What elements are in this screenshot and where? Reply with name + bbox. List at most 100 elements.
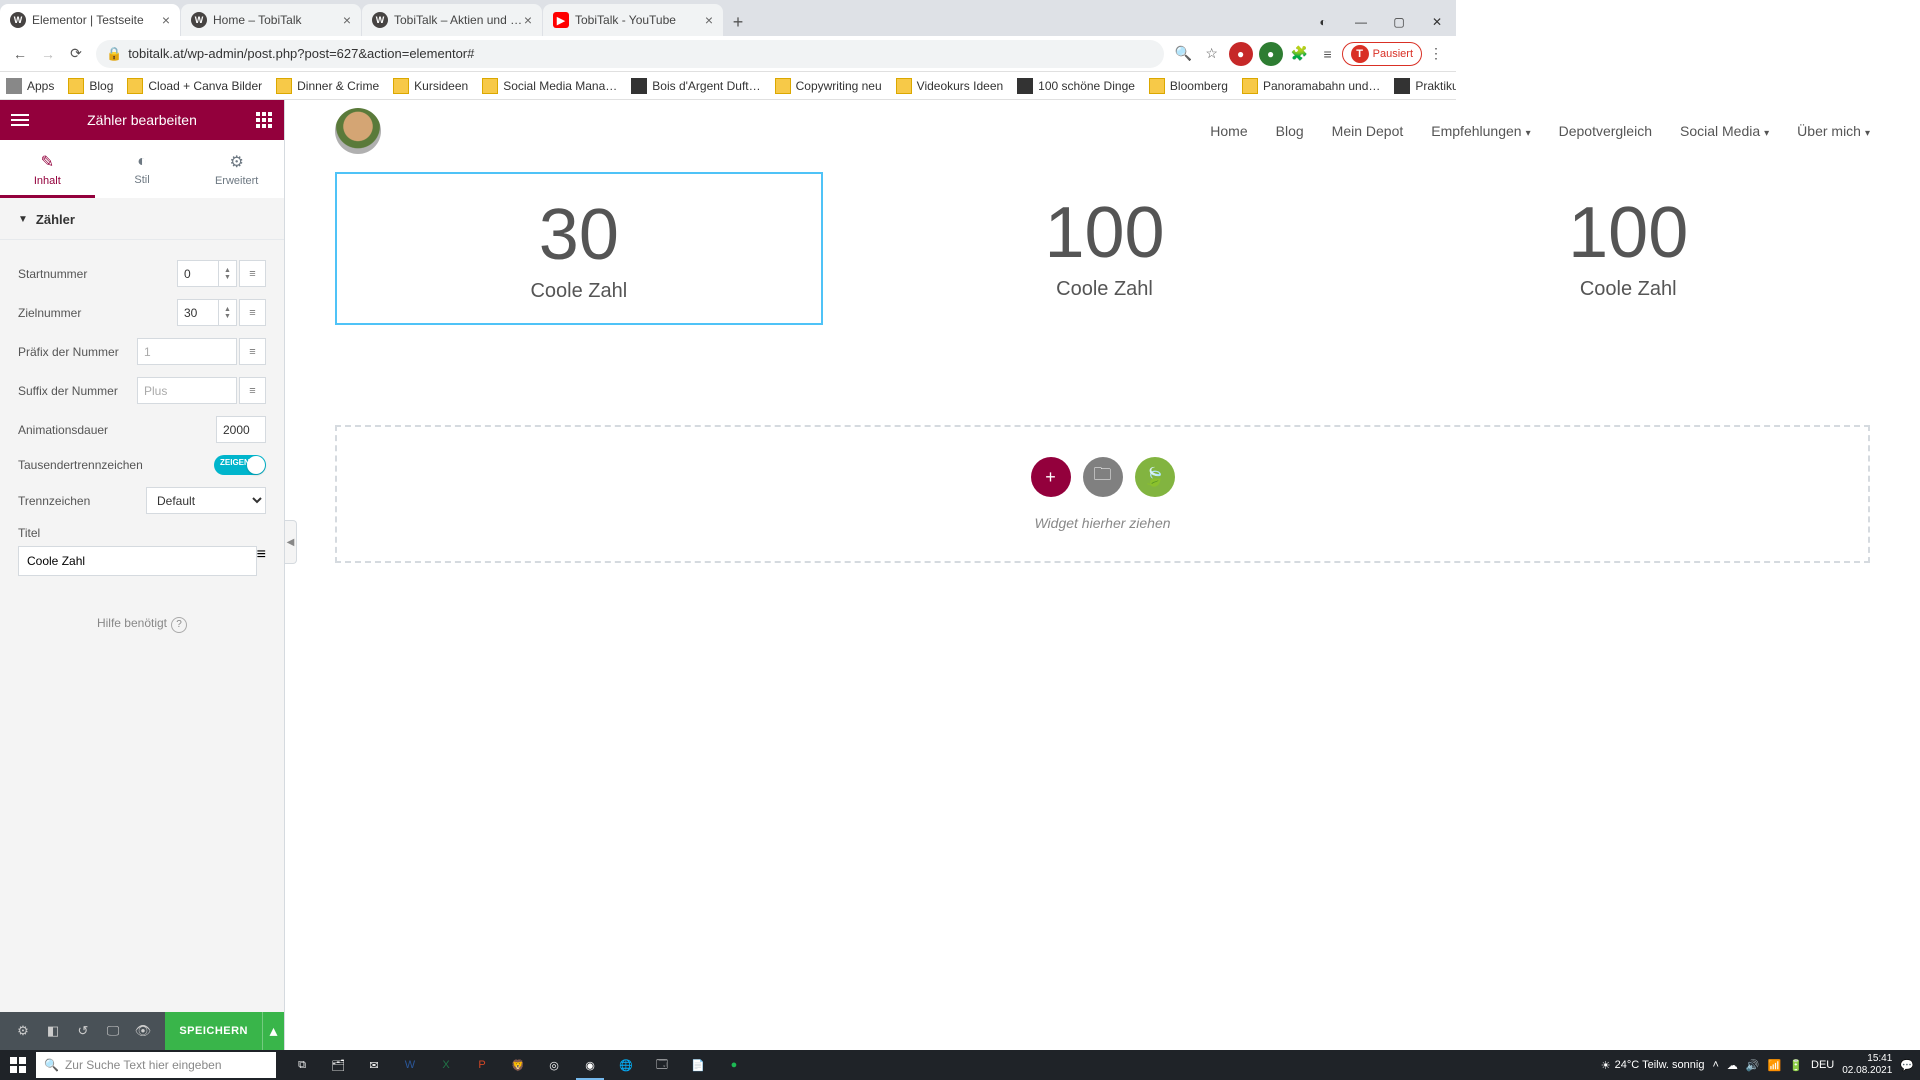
counter-widget[interactable]: 100 Coole Zahl — [1386, 172, 1870, 325]
star-icon[interactable]: ☆ — [1198, 40, 1226, 68]
duration-input[interactable] — [216, 416, 266, 443]
nav-item[interactable]: Über mich▾ — [1797, 123, 1870, 139]
thousand-sep-toggle[interactable]: ZEIGEN — [214, 455, 266, 475]
bookmark[interactable]: Dinner & Crime — [276, 78, 379, 94]
suffix-input[interactable] — [137, 377, 237, 404]
extension-icon[interactable]: ● — [1229, 42, 1253, 66]
help-link[interactable]: Hilfe benötigt? — [18, 616, 266, 633]
clock[interactable]: 15:4102.08.2021 — [1842, 1053, 1892, 1077]
history-button[interactable]: ↺ — [68, 1016, 98, 1046]
envato-button[interactable]: 🍃 — [1135, 457, 1175, 497]
browser-tab[interactable]: W Elementor | Testseite × — [0, 4, 180, 36]
bookmark[interactable]: Videokurs Ideen — [896, 78, 1004, 94]
separator-select[interactable]: Default — [146, 487, 266, 514]
collapse-panel-handle[interactable]: ◀ — [285, 520, 297, 564]
bookmark[interactable]: Apps — [6, 78, 54, 94]
powerpoint-icon[interactable]: P — [464, 1050, 500, 1080]
browser-tab[interactable]: W TobiTalk – Aktien und persönlich… × — [362, 4, 542, 36]
dynamic-tags-button[interactable]: ≡ — [239, 338, 266, 365]
tab-content[interactable]: ✎Inhalt — [0, 140, 95, 198]
taskbar-search[interactable]: 🔍Zur Suche Text hier eingeben — [36, 1052, 276, 1078]
app-icon[interactable]: 📄 — [680, 1050, 716, 1080]
explorer-icon[interactable]: 🗂 — [320, 1050, 356, 1080]
template-library-button[interactable]: 🗀 — [1083, 457, 1123, 497]
tab-style[interactable]: ◐Stil — [95, 140, 190, 198]
responsive-button[interactable]: 🖵 — [98, 1016, 128, 1046]
close-window-button[interactable]: ✕ — [1418, 8, 1456, 36]
extensions-icon[interactable]: 🧩 — [1286, 40, 1314, 68]
prefix-input[interactable] — [137, 338, 237, 365]
number-stepper[interactable]: ▲▼ — [219, 299, 237, 326]
settings-button[interactable]: ⚙ — [8, 1016, 38, 1046]
close-icon[interactable]: × — [524, 12, 532, 28]
onedrive-icon[interactable]: ☁ — [1727, 1059, 1738, 1072]
nav-item[interactable]: Social Media▾ — [1680, 123, 1769, 139]
bookmark[interactable]: Bloomberg — [1149, 78, 1228, 94]
save-button[interactable]: SPEICHERN — [165, 1012, 262, 1050]
volume-icon[interactable]: 🔊 — [1746, 1059, 1760, 1072]
counter-widget[interactable]: 100 Coole Zahl — [863, 172, 1347, 325]
task-view-button[interactable]: ⧉ — [284, 1050, 320, 1080]
bookmark[interactable]: Cload + Canva Bilder — [127, 78, 262, 94]
chrome-icon[interactable]: ◉ — [572, 1050, 608, 1080]
zoom-icon[interactable]: 🔍 — [1170, 40, 1198, 68]
number-stepper[interactable]: ▲▼ — [219, 260, 237, 287]
dynamic-tags-button[interactable]: ≡ — [257, 546, 266, 576]
title-input[interactable] — [18, 546, 257, 576]
widgets-button[interactable] — [250, 106, 278, 134]
reload-button[interactable]: ⟳ — [62, 40, 90, 68]
dynamic-tags-button[interactable]: ≡ — [239, 260, 266, 287]
bookmark[interactable]: Bois d'Argent Duft… — [631, 78, 760, 94]
dynamic-tags-button[interactable]: ≡ — [239, 377, 266, 404]
bookmark[interactable]: Kursideen — [393, 78, 468, 94]
maximize-button[interactable]: ▢ — [1380, 8, 1418, 36]
nav-item[interactable]: Mein Depot — [1332, 123, 1404, 139]
browser-tab[interactable]: W Home – TobiTalk × — [181, 4, 361, 36]
add-section-button[interactable]: + — [1031, 457, 1071, 497]
new-tab-button[interactable]: + — [724, 8, 752, 36]
site-logo[interactable] — [335, 108, 381, 154]
bookmark[interactable]: Social Media Mana… — [482, 78, 617, 94]
forward-button[interactable]: → — [34, 40, 62, 68]
end-number-input[interactable] — [177, 299, 219, 326]
tray-chevron-icon[interactable]: ˄ — [1712, 1059, 1718, 1071]
obs-icon[interactable]: ◎ — [536, 1050, 572, 1080]
weather-widget[interactable]: ☀ 24°C Teilw. sonnig — [1601, 1059, 1705, 1072]
menu-button[interactable] — [6, 106, 34, 134]
preview-button[interactable]: 👁 — [128, 1016, 158, 1046]
nav-item[interactable]: Blog — [1276, 123, 1304, 139]
back-button[interactable]: ← — [6, 40, 34, 68]
minimize-button[interactable]: — — [1342, 8, 1380, 36]
empty-section[interactable]: + 🗀 🍃 Widget hierher ziehen — [335, 425, 1870, 563]
close-icon[interactable]: × — [162, 12, 170, 28]
brave-icon[interactable]: 🦁 — [500, 1050, 536, 1080]
dynamic-tags-button[interactable]: ≡ — [239, 299, 266, 326]
notifications-icon[interactable]: 💬 — [1900, 1059, 1914, 1072]
bookmark[interactable]: Praktikum Projektm… — [1394, 78, 1456, 94]
bookmark[interactable]: Panoramabahn und… — [1242, 78, 1380, 94]
tab-advanced[interactable]: ⚙Erweitert — [189, 140, 284, 198]
nav-item[interactable]: Home — [1210, 123, 1247, 139]
edge-icon[interactable]: 🌐 — [608, 1050, 644, 1080]
start-number-input[interactable] — [177, 260, 219, 287]
wifi-icon[interactable]: 📶 — [1768, 1059, 1782, 1072]
mail-icon[interactable]: ✉ — [356, 1050, 392, 1080]
chrome-menu-icon[interactable]: ⋮ — [1422, 40, 1450, 68]
navigator-button[interactable]: ◧ — [38, 1016, 68, 1046]
profile-paused-badge[interactable]: TPausiert — [1342, 42, 1422, 66]
address-bar[interactable]: 🔒 tobitalk.at/wp-admin/post.php?post=627… — [96, 40, 1164, 68]
close-icon[interactable]: × — [705, 12, 713, 28]
battery-icon[interactable]: 🔋 — [1789, 1059, 1803, 1072]
bookmark[interactable]: 100 schöne Dinge — [1017, 78, 1135, 94]
browser-tab[interactable]: ▶ TobiTalk - YouTube × — [543, 4, 723, 36]
save-options-button[interactable]: ▴ — [262, 1012, 284, 1050]
excel-icon[interactable]: X — [428, 1050, 464, 1080]
start-button[interactable] — [0, 1050, 36, 1080]
incognito-icon[interactable]: ◐ — [1304, 8, 1342, 36]
bookmark[interactable]: Blog — [68, 78, 113, 94]
word-icon[interactable]: W — [392, 1050, 428, 1080]
language-indicator[interactable]: DEU — [1811, 1059, 1834, 1071]
nav-item[interactable]: Empfehlungen▾ — [1431, 123, 1530, 139]
counter-widget[interactable]: 30 Coole Zahl — [335, 172, 823, 325]
text-icon[interactable]: ≡ — [1314, 40, 1342, 68]
